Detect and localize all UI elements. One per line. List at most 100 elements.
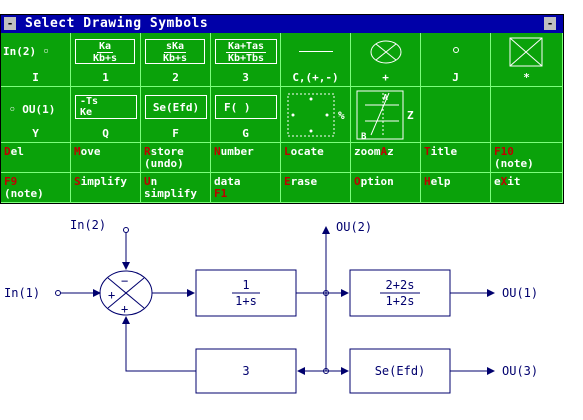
block1-denominator: 1+s bbox=[235, 294, 257, 308]
port-in2[interactable] bbox=[123, 227, 129, 233]
symbol-function[interactable]: F( ) G bbox=[211, 87, 281, 143]
svg-text:A: A bbox=[383, 93, 388, 102]
saturation-block-icon: Se(Efd) bbox=[145, 95, 207, 119]
menu-unsimplify-button[interactable]: Un simplify bbox=[141, 173, 211, 203]
symbol-tf3[interactable]: Ka+Tas Kb+Tbs 3 bbox=[211, 33, 281, 87]
symbol-label: Q bbox=[102, 127, 109, 140]
symbol-label: C,(+,-) bbox=[292, 71, 339, 84]
menu-f10-note-button[interactable]: F10 (note) bbox=[491, 143, 563, 173]
close-button[interactable]: - bbox=[544, 17, 556, 30]
menu-label: Del bbox=[4, 145, 24, 158]
menu-move-button[interactable]: Move bbox=[71, 143, 141, 173]
menu-zoom-button[interactable]: zoomAz bbox=[351, 143, 421, 173]
symbol-label: 3 bbox=[242, 71, 249, 84]
menu-data-f1-button[interactable]: data F1 bbox=[211, 173, 281, 203]
output-icon: ◦ OU(1) bbox=[9, 103, 56, 116]
menu-label: Simplify bbox=[74, 175, 127, 188]
label-ou1: OU(1) bbox=[502, 286, 538, 300]
menu-label: Rstore (undo) bbox=[144, 145, 184, 170]
symbol-tf1[interactable]: Ka Kb+s 1 bbox=[71, 33, 141, 87]
symbol-label: G bbox=[242, 127, 249, 140]
symbol-output[interactable]: ◦ OU(1) Y bbox=[1, 87, 71, 143]
summing-junction-icon bbox=[370, 40, 402, 64]
window-title: Select Drawing Symbols bbox=[25, 16, 209, 31]
symbol-junction[interactable]: J bbox=[421, 33, 491, 87]
symbol-label: % bbox=[338, 109, 345, 122]
menu-label: Locate bbox=[284, 145, 324, 158]
menu-erase-button[interactable]: Erase bbox=[281, 173, 351, 203]
port-in1[interactable] bbox=[55, 290, 61, 296]
block4-label: Se(Efd) bbox=[375, 364, 426, 378]
menu-label: data F1 bbox=[214, 175, 241, 200]
symbol-connector[interactable]: C,(+,-) bbox=[281, 33, 351, 87]
menu-label: F9 (note) bbox=[4, 175, 44, 200]
menu-label: Title bbox=[424, 145, 458, 158]
symbol-label: F bbox=[172, 127, 179, 140]
svg-text:B: B bbox=[361, 132, 367, 141]
symbol-tf2[interactable]: sKa Kb+s 2 bbox=[141, 33, 211, 87]
menu-label: Number bbox=[214, 145, 254, 158]
menu-label: zoomAz bbox=[354, 145, 394, 158]
label-ou2: OU(2) bbox=[336, 220, 372, 234]
delay-block-icon: -Ts Ke bbox=[75, 95, 137, 119]
menu-help-button[interactable]: Help bbox=[421, 173, 491, 203]
empty-cell bbox=[421, 87, 491, 143]
symbol-multiplier[interactable]: * bbox=[491, 33, 563, 87]
menu-title-button[interactable]: Title bbox=[421, 143, 491, 173]
symbol-delay[interactable]: -Ts Ke Q bbox=[71, 87, 141, 143]
menu-label: eXit bbox=[494, 175, 521, 188]
function-block-icon: F( ) bbox=[215, 95, 277, 119]
sum-sign-top: − bbox=[121, 274, 128, 288]
menu-label: Erase bbox=[284, 175, 318, 188]
menu-number-button[interactable]: Number bbox=[211, 143, 281, 173]
menu-simplify-button[interactable]: Simplify bbox=[71, 173, 141, 203]
menu-delete-button[interactable]: Del bbox=[1, 143, 71, 173]
menu-restore-undo-button[interactable]: Rstore (undo) bbox=[141, 143, 211, 173]
block-diagram: In(1) In(2) OU(2) OU(1) OU(3) − + + 1 1+… bbox=[4, 218, 538, 394]
sum-sign-left: + bbox=[108, 288, 115, 302]
menu-label: F10 (note) bbox=[494, 145, 534, 170]
symbol-label: I bbox=[32, 71, 39, 84]
sum-sign-bottom: + bbox=[121, 302, 128, 316]
symbol-saturation[interactable]: Se(Efd) F bbox=[141, 87, 211, 143]
menu-exit-button[interactable]: eXit bbox=[491, 173, 563, 203]
menu-option-button[interactable]: Option bbox=[351, 173, 421, 203]
menu-label: Option bbox=[354, 175, 394, 188]
symbol-grid: In(2) ◦ I Ka Kb+s 1 sKa Kb+s 2 Ka+Tas Kb+Tb… bbox=[1, 33, 563, 203]
junction-dot-icon bbox=[453, 47, 459, 53]
symbol-label: Y bbox=[32, 127, 39, 140]
block2-denominator: 1+2s bbox=[386, 294, 415, 308]
zoom-block-icon: B A bbox=[356, 90, 404, 141]
menu-label: Help bbox=[424, 175, 451, 188]
menu-label: Move bbox=[74, 145, 101, 158]
symbol-palette-window: - Select Drawing Symbols - In(2) ◦ I Ka K… bbox=[0, 14, 564, 204]
empty-cell bbox=[491, 87, 563, 143]
system-menu-button[interactable]: - bbox=[4, 17, 16, 30]
symbol-zoom-block[interactable]: B A Z bbox=[351, 87, 421, 143]
symbol-label: 1 bbox=[102, 71, 109, 84]
symbol-label: + bbox=[382, 71, 389, 84]
label-ou3: OU(3) bbox=[502, 364, 538, 378]
symbol-input[interactable]: In(2) ◦ I bbox=[1, 33, 71, 87]
tf2-block-icon: sKa Kb+s bbox=[145, 39, 205, 64]
wire-feedback bbox=[122, 316, 196, 372]
label-in1: In(1) bbox=[4, 286, 40, 300]
symbol-summer[interactable]: + bbox=[351, 33, 421, 87]
symbol-label: J bbox=[452, 71, 459, 84]
tf3-block-icon: Ka+Tas Kb+Tbs bbox=[215, 39, 277, 64]
line-icon bbox=[299, 51, 333, 52]
symbol-limiter[interactable]: % bbox=[281, 87, 351, 143]
block1-numerator: 1 bbox=[242, 278, 249, 292]
menu-label: Un simplify bbox=[144, 175, 197, 200]
menu-locate-button[interactable]: Locate bbox=[281, 143, 351, 173]
symbol-label: * bbox=[523, 71, 530, 84]
symbol-label: Z bbox=[407, 109, 414, 122]
tf1-block-icon: Ka Kb+s bbox=[75, 39, 135, 64]
block2-numerator: 2+2s bbox=[386, 278, 415, 292]
block3-gain: 3 bbox=[242, 364, 249, 378]
label-in2: In(2) bbox=[70, 218, 106, 232]
input-icon: In(2) ◦ bbox=[3, 45, 50, 58]
title-bar: - Select Drawing Symbols - bbox=[1, 15, 563, 33]
menu-f9-note-button[interactable]: F9 (note) bbox=[1, 173, 71, 203]
multiplier-icon bbox=[509, 37, 543, 67]
